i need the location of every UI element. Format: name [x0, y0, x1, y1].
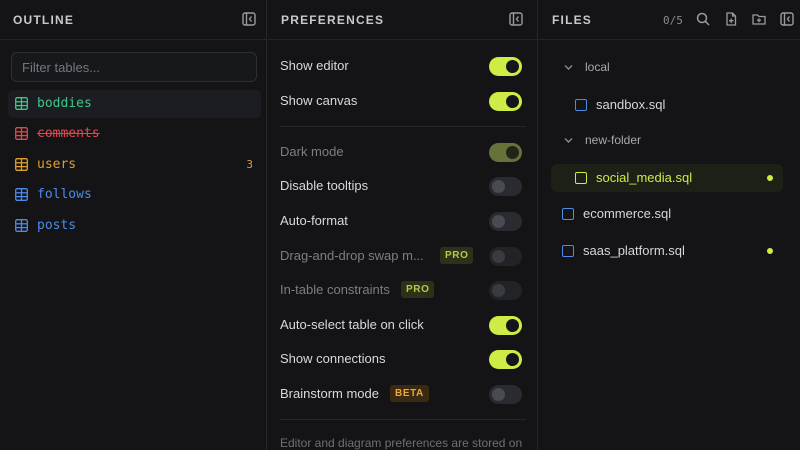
- modified-dot: [767, 175, 773, 181]
- table-item[interactable]: users 3: [8, 151, 261, 179]
- folder-name: new-folder: [585, 133, 642, 147]
- files-title: FILES: [552, 13, 593, 27]
- toggle-knob: [492, 180, 505, 193]
- outline-title: OUTLINE: [13, 13, 75, 27]
- pref-label: In-table constraints: [280, 282, 390, 297]
- pref-show-editor: Show editor: [268, 52, 537, 80]
- file-icon: [562, 208, 574, 220]
- toggle-knob: [506, 146, 519, 159]
- new-folder-icon[interactable]: [752, 12, 766, 26]
- file-sandbox-sql[interactable]: sandbox.sql: [562, 91, 794, 119]
- table-item[interactable]: comments: [8, 120, 261, 148]
- table-name: users: [37, 157, 77, 172]
- file-icon: [575, 172, 587, 184]
- table-name: boddies: [37, 96, 92, 111]
- panel-collapse-icon[interactable]: [509, 12, 523, 26]
- toggle-auto-format[interactable]: [489, 212, 522, 231]
- table-icon: [15, 219, 28, 232]
- file-name: social_media.sql: [596, 170, 693, 185]
- search-icon[interactable]: [696, 12, 710, 26]
- panel-collapse-icon[interactable]: [780, 12, 794, 26]
- preferences-panel: PREFERENCES Show editor Show canvas Dark…: [268, 0, 538, 450]
- files-panel: FILES 0/5 local sandbox.sql new-folder s…: [539, 0, 800, 450]
- toggle-show-connections[interactable]: [489, 350, 522, 369]
- chevron-down-icon: [563, 62, 574, 73]
- table-name: comments: [37, 126, 100, 141]
- pref-disable-tooltips: Disable tooltips: [268, 172, 537, 200]
- file-name: sandbox.sql: [596, 97, 666, 112]
- toggle-knob: [492, 284, 505, 297]
- pref-in-table-constraints: In-table constraints PRO: [268, 276, 537, 304]
- toggle-knob: [492, 388, 505, 401]
- toggle-knob: [492, 215, 505, 228]
- pref-brainstorm-mode: Brainstorm mode BETA: [268, 380, 537, 408]
- file-saas-platform-sql[interactable]: saas_platform.sql: [551, 237, 783, 265]
- filter-tables-input[interactable]: [11, 52, 257, 82]
- file-name: saas_platform.sql: [583, 243, 685, 258]
- pref-label: Disable tooltips: [280, 178, 369, 193]
- table-item[interactable]: posts: [8, 212, 261, 240]
- modified-dot: [767, 248, 773, 254]
- preferences-footer-note: Editor and diagram preferences are store…: [280, 436, 523, 450]
- table-item[interactable]: follows: [8, 181, 261, 209]
- folder-local[interactable]: local: [551, 54, 791, 82]
- files-header: FILES 0/5: [539, 0, 800, 40]
- toggle-dark-mode[interactable]: [489, 143, 522, 162]
- toggle-show-canvas[interactable]: [489, 92, 522, 111]
- pref-dark-mode: Dark mode: [268, 138, 537, 166]
- pro-badge: PRO: [401, 281, 435, 298]
- toggle-knob: [506, 60, 519, 73]
- toggle-in-table-constraints[interactable]: [489, 281, 522, 300]
- pref-label: Drag-and-drop swap m...: [280, 248, 424, 263]
- file-icon: [562, 245, 574, 257]
- pref-auto-format: Auto-format: [268, 207, 537, 235]
- panel-collapse-icon[interactable]: [242, 12, 256, 26]
- table-icon: [15, 158, 28, 171]
- pref-show-canvas: Show canvas: [268, 87, 537, 115]
- table-item[interactable]: boddies: [8, 90, 261, 118]
- beta-badge: BETA: [390, 385, 429, 402]
- table-name: posts: [37, 218, 77, 233]
- table-icon: [15, 127, 28, 140]
- pref-auto-select-table: Auto-select table on click: [268, 311, 537, 339]
- folder-name: local: [585, 60, 610, 74]
- toggle-knob: [492, 250, 505, 263]
- file-social-media-sql[interactable]: social_media.sql: [551, 164, 783, 192]
- table-count: 3: [246, 158, 253, 171]
- chevron-down-icon: [563, 135, 574, 146]
- pref-label: Brainstorm mode: [280, 386, 379, 401]
- toggle-knob: [506, 353, 519, 366]
- divider: [280, 419, 526, 420]
- toggle-knob: [506, 95, 519, 108]
- preferences-title: PREFERENCES: [281, 13, 385, 27]
- pref-label: Show editor: [280, 58, 349, 73]
- file-icon: [575, 99, 587, 111]
- files-count: 0/5: [663, 14, 683, 27]
- folder-new-folder[interactable]: new-folder: [551, 127, 791, 155]
- pref-label: Show canvas: [280, 93, 358, 108]
- divider: [280, 126, 526, 127]
- pro-badge: PRO: [440, 247, 474, 264]
- pref-label: Dark mode: [280, 144, 344, 159]
- outline-header: OUTLINE: [0, 0, 266, 40]
- toggle-drag-and-drop-swap[interactable]: [489, 247, 522, 266]
- pref-label: Show connections: [280, 351, 386, 366]
- toggle-brainstorm-mode[interactable]: [489, 385, 522, 404]
- file-name: ecommerce.sql: [583, 206, 672, 221]
- pref-show-connections: Show connections: [268, 345, 537, 373]
- table-icon: [15, 188, 28, 201]
- file-ecommerce-sql[interactable]: ecommerce.sql: [551, 200, 783, 228]
- toggle-auto-select-table[interactable]: [489, 316, 522, 335]
- pref-label: Auto-select table on click: [280, 317, 424, 332]
- pref-drag-and-drop-swap: Drag-and-drop swap m... PRO: [268, 242, 537, 270]
- toggle-disable-tooltips[interactable]: [489, 177, 522, 196]
- table-icon: [15, 97, 28, 110]
- new-file-icon[interactable]: [724, 12, 738, 26]
- toggle-show-editor[interactable]: [489, 57, 522, 76]
- table-name: follows: [37, 187, 92, 202]
- pref-label: Auto-format: [280, 213, 348, 228]
- toggle-knob: [506, 319, 519, 332]
- outline-panel: OUTLINE boddies comments users 3 follows: [0, 0, 267, 450]
- preferences-header: PREFERENCES: [268, 0, 537, 40]
